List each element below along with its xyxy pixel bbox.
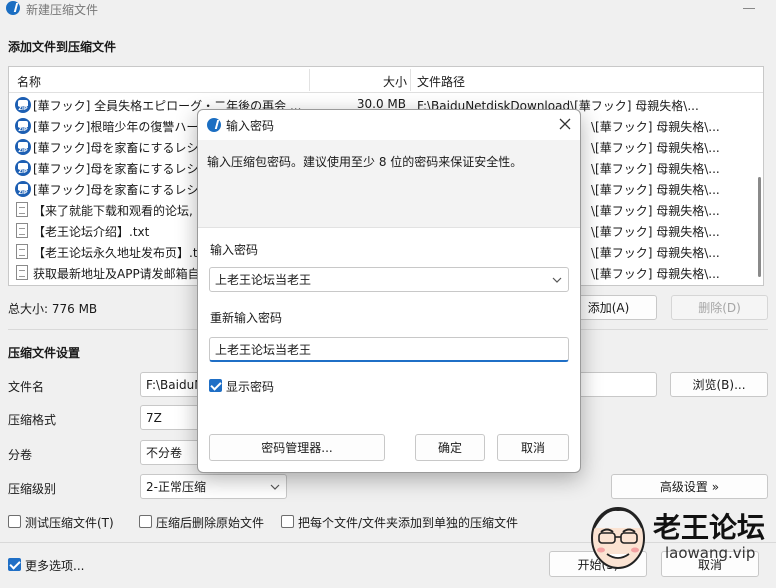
delete-after-label[interactable]: 压缩后删除原始文件 (156, 514, 264, 531)
text-file-icon (16, 265, 28, 280)
dialog-cancel-button[interactable]: 取消 (497, 434, 569, 461)
watermark: 老王论坛 laowang.vip (585, 500, 775, 588)
filename-label: 文件名 (8, 380, 45, 394)
column-path[interactable]: 文件路径 (417, 73, 465, 90)
watermark-name: 老王论坛 (653, 511, 766, 544)
confirm-password-label: 重新输入密码 (210, 311, 283, 325)
file-path: \[華フック] 母親失格\... (591, 225, 720, 239)
file-path: \[華フック] 母親失格\... (591, 141, 720, 155)
watermark-url: laowang.vip (665, 544, 756, 562)
zip-icon (15, 160, 31, 176)
level-select[interactable]: 2-正常压缩 (140, 474, 287, 499)
delete-after-checkbox[interactable] (139, 515, 152, 528)
file-path: \[華フック] 母親失格\... (591, 246, 720, 260)
password-manager-button[interactable]: 密码管理器... (209, 434, 385, 461)
show-password-checkbox[interactable] (209, 379, 222, 392)
column-name[interactable]: 名称 (17, 73, 41, 90)
zip-icon (15, 118, 31, 134)
mascot-face-icon (591, 507, 645, 569)
show-password-label[interactable]: 显示密码 (226, 378, 274, 395)
browse-button[interactable]: 浏览(B)... (670, 372, 768, 397)
advanced-settings-button[interactable]: 高级设置 » (611, 474, 768, 499)
test-archive-label[interactable]: 测试压缩文件(T) (25, 514, 114, 531)
app-icon (6, 1, 20, 15)
confirm-password-value: 上老王论坛当老王 (215, 342, 312, 357)
dialog-title: 输入密码 (226, 119, 275, 133)
more-options-checkbox[interactable] (8, 558, 21, 571)
add-section-title: 添加文件到压缩文件 (8, 40, 117, 54)
password-value: 上老王论坛当老王 (215, 273, 312, 287)
column-separator (410, 69, 411, 91)
close-icon[interactable] (559, 118, 571, 130)
confirm-password-input[interactable]: 上老王论坛当老王 (209, 337, 569, 362)
total-size: 总大小: 776 MB (8, 302, 98, 316)
dialog-info-panel: 输入压缩包密码。建议使用至少 8 位的密码来保证安全性。 (198, 140, 580, 228)
chevron-down-icon (270, 484, 280, 490)
zip-icon (15, 181, 31, 197)
list-scrollbar[interactable] (758, 177, 761, 277)
test-archive-checkbox[interactable] (8, 515, 21, 528)
column-separator (309, 69, 310, 91)
split-label: 分卷 (8, 448, 33, 462)
format-label: 压缩格式 (8, 413, 57, 427)
dialog-app-icon (207, 118, 221, 132)
text-file-icon (16, 223, 28, 238)
window-title: 新建压缩文件 (26, 3, 99, 17)
more-options-label[interactable]: 更多选项... (25, 557, 84, 574)
minimize-icon[interactable] (743, 8, 755, 9)
settings-title: 压缩文件设置 (8, 346, 81, 360)
text-file-icon (16, 202, 28, 217)
chevron-down-icon (552, 277, 562, 283)
file-path: \[華フック] 母親失格\... (591, 183, 720, 197)
file-path: \[華フック] 母親失格\... (591, 267, 720, 281)
zip-icon (15, 139, 31, 155)
dialog-ok-button[interactable]: 确定 (415, 434, 485, 461)
split-value: 不分卷 (146, 446, 183, 460)
format-value: 7Z (146, 410, 162, 425)
delete-button[interactable]: 删除(D) (671, 295, 768, 320)
password-dialog: 输入密码 输入压缩包密码。建议使用至少 8 位的密码来保证安全性。 输入密码 上… (197, 109, 581, 473)
separate-archives-label[interactable]: 把每个文件/文件夹添加到单独的压缩文件 (298, 514, 518, 531)
column-size[interactable]: 大小 (383, 73, 407, 90)
password-label: 输入密码 (210, 243, 259, 257)
text-file-icon (16, 244, 28, 259)
password-select[interactable]: 上老王论坛当老王 (209, 267, 569, 292)
level-label: 压缩级别 (8, 482, 57, 496)
zip-icon (15, 97, 31, 113)
file-list-header: 名称 大小 文件路径 (9, 67, 763, 93)
file-path: \[華フック] 母親失格\... (591, 162, 720, 176)
separate-archives-checkbox[interactable] (281, 515, 294, 528)
file-path: \[華フック] 母親失格\... (591, 204, 720, 218)
dialog-info-text: 输入压缩包密码。建议使用至少 8 位的密码来保证安全性。 (207, 155, 523, 169)
level-value: 2-正常压缩 (146, 480, 206, 494)
file-path: \[華フック] 母親失格\... (591, 120, 720, 134)
